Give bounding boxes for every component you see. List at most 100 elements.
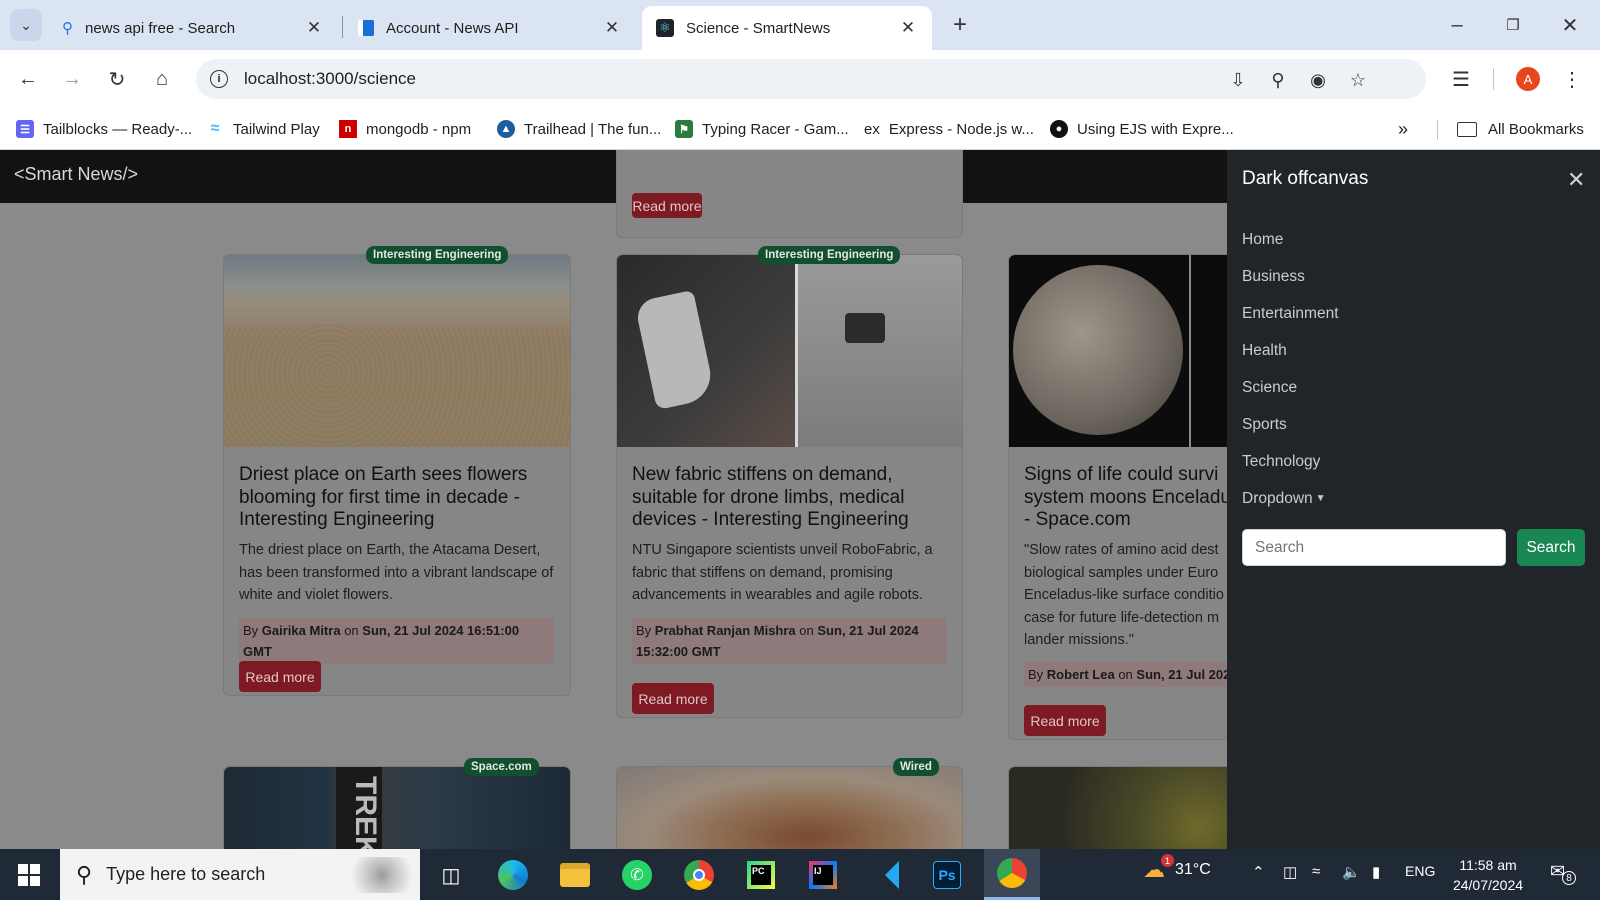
nav-item-business[interactable]: Business	[1242, 268, 1305, 286]
article-image	[617, 767, 962, 849]
by-label: By	[1028, 667, 1044, 682]
intellij-icon[interactable]: IJ	[804, 857, 842, 893]
windows-start-icon[interactable]	[10, 857, 48, 893]
file-explorer-icon[interactable]	[556, 857, 594, 893]
nav-item-dropdown[interactable]: Dropdown ▼	[1242, 490, 1326, 508]
tab-separator	[342, 16, 343, 38]
nav-item-entertainment[interactable]: Entertainment	[1242, 305, 1339, 323]
wifi-icon[interactable]: ≈	[1312, 863, 1320, 880]
article-title: New fabric stiffens on demand, suitable …	[632, 464, 909, 530]
profile-avatar[interactable]: A	[1516, 67, 1540, 91]
weather-icon: ☁ 1	[1143, 854, 1174, 883]
news-card-partial: Read more	[616, 150, 963, 238]
read-more-button[interactable]: Read more	[632, 683, 714, 714]
express-icon: ex	[864, 120, 880, 138]
zoom-icon[interactable]: ⚲	[1266, 68, 1290, 92]
bookmark-label: Tailblocks — Ready-...	[43, 120, 193, 138]
bookmark-express[interactable]: ex Express - Node.js w...	[864, 117, 1034, 141]
nav-item-technology[interactable]: Technology	[1242, 453, 1320, 471]
reload-button[interactable]: ↻	[101, 63, 133, 95]
close-icon[interactable]: ✕	[304, 18, 324, 38]
bookmark-label: Express - Node.js w...	[888, 120, 1034, 138]
notification-count: 8	[1562, 871, 1576, 885]
tab-search-dropdown[interactable]: ⌄	[10, 9, 42, 41]
edge-icon[interactable]	[494, 857, 532, 893]
whatsapp-icon[interactable]: ✆	[618, 857, 656, 893]
nav-item-health[interactable]: Health	[1242, 342, 1287, 360]
on-label: on	[1118, 667, 1133, 682]
photoshop-icon[interactable]: Ps	[928, 857, 966, 893]
back-button[interactable]: ←	[12, 63, 44, 95]
notification-icon[interactable]: ✉ 8	[1550, 861, 1576, 885]
bookmark-tailwind-play[interactable]: ≈ Tailwind Play	[206, 117, 320, 141]
battery-icon[interactable]: ▮	[1372, 863, 1380, 881]
search-button[interactable]: Search	[1517, 529, 1585, 566]
extensions-icon[interactable]: ☰	[1445, 63, 1477, 95]
nav-item-sports[interactable]: Sports	[1242, 416, 1287, 434]
bookmark-typing-racer[interactable]: ⚑ Typing Racer - Gam...	[675, 117, 849, 141]
more-bookmarks-icon[interactable]: »	[1398, 117, 1408, 141]
search-input[interactable]	[1242, 529, 1506, 566]
article-meta: By Prabhat Ranjan Mishra on Sun, 21 Jul …	[632, 618, 947, 664]
read-more-button[interactable]: Read more	[1024, 705, 1106, 736]
restore-button[interactable]: ❐	[1497, 9, 1529, 41]
bookmark-label: mongodb - npm	[366, 120, 472, 138]
read-more-button[interactable]: Read more	[239, 661, 321, 692]
eye-off-icon[interactable]: ◉	[1306, 68, 1330, 92]
bookmark-tailblocks[interactable]: ☰ Tailblocks — Ready-...	[16, 117, 192, 141]
close-icon[interactable]: ✕	[602, 18, 622, 38]
site-info-icon[interactable]: i	[210, 70, 228, 88]
article-title: Driest place on Earth sees flowers bloom…	[239, 464, 528, 530]
star-icon[interactable]: ☆	[1346, 68, 1370, 92]
trailhead-icon: ▲	[497, 120, 515, 138]
taskbar-search[interactable]: ⚲ Type here to search	[60, 849, 420, 900]
tab-strip: ⌄ ⚲ news api free - Search ✕ Account - N…	[0, 0, 1600, 50]
close-icon[interactable]: ✕	[1567, 167, 1585, 193]
vscode-icon[interactable]	[866, 857, 904, 893]
source-badge: Interesting Engineering	[366, 246, 509, 264]
chrome-profile-icon[interactable]	[984, 849, 1040, 900]
close-window-button[interactable]: ✕	[1554, 9, 1586, 41]
tab-news-api-search[interactable]: ⚲ news api free - Search ✕	[48, 6, 338, 50]
tab-label: Account - News API	[386, 19, 519, 37]
home-button[interactable]: ⌂	[146, 63, 178, 95]
weather-widget[interactable]: ☁ 1 31°C	[1143, 854, 1211, 883]
app-navbar: <Smart News/>	[0, 150, 1227, 203]
show-hidden-icons[interactable]: ⌃	[1252, 863, 1265, 881]
tab-label: news api free - Search	[85, 19, 236, 37]
new-tab-button[interactable]: +	[944, 9, 976, 41]
language-indicator[interactable]: ENG	[1405, 863, 1435, 879]
close-icon[interactable]: ✕	[898, 18, 918, 38]
bookmark-mongodb-npm[interactable]: n mongodb - npm	[339, 117, 471, 141]
clock[interactable]: 11:58 am 24/07/2024	[1446, 855, 1530, 895]
tab-account-news-api[interactable]: Account - News API ✕	[344, 6, 636, 50]
volume-icon[interactable]: 🔈	[1342, 863, 1361, 881]
clock-time: 11:58 am	[1459, 857, 1517, 873]
all-bookmarks[interactable]: All Bookmarks	[1457, 117, 1584, 141]
bookmark-trailhead[interactable]: ▲ Trailhead | The fun...	[497, 117, 661, 141]
pycharm-icon[interactable]: PC	[742, 857, 780, 893]
nav-item-home[interactable]: Home	[1242, 231, 1283, 249]
nav-item-science[interactable]: Science	[1242, 379, 1297, 397]
tailwind-icon: ≈	[210, 120, 220, 137]
read-more-button[interactable]: Read more	[632, 193, 702, 218]
news-card: Interesting Engineering New fabric stiff…	[616, 246, 963, 718]
chrome-icon[interactable]	[680, 857, 718, 893]
article-image	[224, 255, 570, 447]
address-bar[interactable]: i localhost:3000/science ⇩ ⚲ ◉ ☆	[196, 59, 1426, 99]
all-bookmarks-label: All Bookmarks	[1488, 120, 1584, 138]
source-badge: Space.com	[464, 758, 539, 776]
offcanvas-panel: Dark offcanvas ✕ Home Business Entertain…	[1227, 150, 1600, 849]
caret-down-icon: ▼	[1315, 493, 1326, 504]
windows-taskbar: ⚲ Type here to search ◫ ✆ PC IJ Ps ☁ 1 31…	[0, 849, 1600, 900]
news-card: Wired	[616, 758, 963, 849]
device-icon[interactable]: ◫	[1283, 863, 1297, 881]
brand-logo[interactable]: <Smart News/>	[14, 164, 138, 185]
install-app-icon[interactable]: ⇩	[1226, 68, 1250, 92]
menu-icon[interactable]: ⋮	[1556, 63, 1588, 95]
bookmark-using-ejs[interactable]: ● Using EJS with Expre...	[1050, 117, 1234, 141]
forward-button[interactable]: →	[56, 63, 88, 95]
minimize-button[interactable]: –	[1441, 9, 1473, 41]
tab-science-smartnews[interactable]: ⚛ Science - SmartNews ✕	[642, 6, 932, 50]
task-view-icon[interactable]: ◫	[432, 857, 470, 893]
